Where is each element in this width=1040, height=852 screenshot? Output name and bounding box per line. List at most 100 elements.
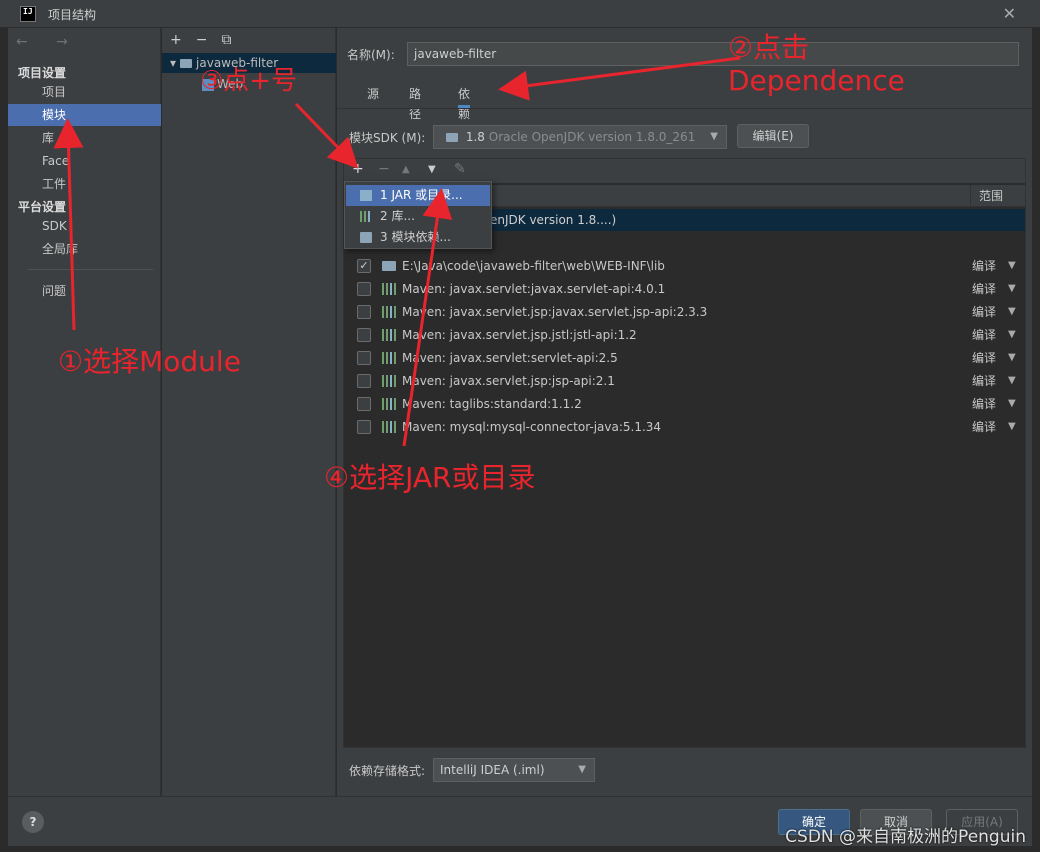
- dependency-scope[interactable]: 编译: [972, 416, 996, 438]
- sidebar-item-problems[interactable]: 问题: [8, 280, 161, 302]
- export-checkbox[interactable]: [357, 374, 371, 388]
- annotation-select-jar: ④选择JAR或目录: [324, 461, 536, 494]
- menu-item-label: 1 JAR 或目录...: [380, 188, 463, 202]
- chevron-down-icon[interactable]: ▼: [1008, 347, 1016, 369]
- export-checkbox[interactable]: [357, 420, 371, 434]
- sidebar-item-modules[interactable]: 模块: [8, 104, 161, 126]
- export-checkbox[interactable]: [357, 397, 371, 411]
- edit-dependency-icon[interactable]: ✎: [454, 161, 466, 177]
- chevron-down-icon[interactable]: ▼: [1008, 278, 1016, 300]
- menu-item-jar-or-directory[interactable]: 1 JAR 或目录...: [346, 185, 490, 206]
- table-row[interactable]: Maven: taglibs:standard:1.1.2 编译 ▼: [344, 393, 1025, 415]
- table-row[interactable]: ✓ E:\Java\code\javaweb-filter\web\WEB-INF…: [344, 255, 1025, 277]
- tab-sources[interactable]: 源: [367, 84, 379, 108]
- remove-dependency-icon[interactable]: −: [378, 161, 390, 177]
- copy-icon[interactable]: ⧉: [221, 32, 231, 48]
- dependency-scope[interactable]: 编译: [972, 324, 996, 346]
- module-sdk-dropdown[interactable]: 1.8 Oracle OpenJDK version 1.8.0_261 ▼: [433, 125, 727, 149]
- table-row[interactable]: Maven: javax.servlet:javax.servlet-api:4…: [344, 278, 1025, 300]
- module-sdk-label: 模块SDK (M):: [349, 131, 426, 145]
- module-icon: [360, 232, 372, 243]
- export-checkbox[interactable]: [357, 328, 371, 342]
- dependency-scope[interactable]: 编译: [972, 393, 996, 415]
- tree-toolbar: + − ⧉: [170, 32, 245, 48]
- expand-chevron-icon[interactable]: ▾: [170, 56, 176, 70]
- nav-back-forward-icon[interactable]: ← →: [16, 34, 80, 50]
- annotation-click-line2: Dependence: [728, 64, 905, 97]
- chevron-down-icon[interactable]: ▼: [1008, 416, 1016, 438]
- tab-paths[interactable]: 路径: [409, 84, 421, 121]
- help-button[interactable]: ?: [22, 811, 44, 833]
- library-icon: [382, 421, 396, 433]
- export-checkbox[interactable]: [357, 305, 371, 319]
- tab-divider: [337, 108, 1032, 109]
- menu-item-module-dependency[interactable]: 3 模块依赖...: [346, 227, 490, 248]
- export-checkbox[interactable]: [357, 282, 371, 296]
- sidebar-item-artifacts[interactable]: 工件: [8, 173, 161, 195]
- library-icon: [382, 352, 396, 364]
- annotation-click-line1: ②点击: [728, 31, 810, 64]
- table-row[interactable]: Maven: javax.servlet.jsp:jsp-api:2.1 编译 ▼: [344, 370, 1025, 392]
- dependency-name: Maven: javax.servlet.jsp:javax.servlet.j…: [402, 305, 708, 319]
- module-name-input[interactable]: javaweb-filter: [407, 42, 1019, 66]
- library-icon: [382, 375, 396, 387]
- sdk-version-text: Oracle OpenJDK version 1.8.0_261: [488, 130, 696, 144]
- sdk-value: 1.8: [465, 130, 485, 144]
- storage-format-dropdown[interactable]: IntelliJ IDEA (.iml) ▼: [433, 758, 595, 782]
- table-row[interactable]: Maven: mysql:mysql-connector-java:5.1.34…: [344, 416, 1025, 438]
- table-row[interactable]: Maven: javax.servlet.jsp:javax.servlet.j…: [344, 301, 1025, 323]
- storage-format-value: IntelliJ IDEA (.iml): [440, 763, 545, 777]
- export-checkbox[interactable]: ✓: [357, 259, 371, 273]
- sidebar-item-sdks[interactable]: SDK: [8, 215, 161, 237]
- dependency-name: Maven: javax.servlet:servlet-api:2.5: [402, 351, 618, 365]
- library-icon: [382, 283, 396, 295]
- dependency-scope[interactable]: 编译: [972, 255, 996, 277]
- chevron-down-icon[interactable]: ▼: [1008, 393, 1016, 415]
- sidebar-item-global-libraries[interactable]: 全局库: [8, 238, 161, 260]
- storage-format-label: 依赖存储格式:: [349, 764, 426, 778]
- dependency-scope[interactable]: 编译: [972, 301, 996, 323]
- move-up-icon[interactable]: ▲: [402, 164, 410, 175]
- library-icon: [382, 306, 396, 318]
- dependency-name: Maven: javax.servlet.jsp.jstl:jstl-api:1…: [402, 328, 637, 342]
- dependency-scope[interactable]: 编译: [972, 278, 996, 300]
- sdk-folder-icon: [446, 133, 458, 142]
- move-down-icon[interactable]: ▼: [428, 164, 436, 175]
- chevron-down-icon[interactable]: ▼: [1008, 370, 1016, 392]
- chevron-down-icon[interactable]: ▼: [1008, 324, 1016, 346]
- add-dependency-icon[interactable]: +: [352, 161, 364, 177]
- jar-icon: [360, 190, 372, 201]
- chevron-down-icon: ▼: [578, 764, 586, 775]
- table-row[interactable]: Maven: javax.servlet.jsp.jstl:jstl-api:1…: [344, 324, 1025, 346]
- menu-item-label: 2 库...: [380, 209, 415, 223]
- annotation-select-module: ①选择Module: [58, 345, 241, 378]
- add-icon[interactable]: +: [170, 32, 182, 48]
- table-row[interactable]: Maven: javax.servlet:servlet-api:2.5 编译 ▼: [344, 347, 1025, 369]
- chevron-down-icon[interactable]: ▼: [1008, 301, 1016, 323]
- dependency-name: Maven: javax.servlet:javax.servlet-api:4…: [402, 282, 666, 296]
- dependency-name: E:\Java\code\javaweb-filter\web\WEB-INF\…: [402, 259, 665, 273]
- close-icon[interactable]: ✕: [1003, 4, 1016, 23]
- folder-icon: [382, 261, 396, 271]
- tab-dependencies[interactable]: 依赖: [458, 84, 471, 121]
- sidebar-item-libraries[interactable]: 库: [8, 127, 161, 149]
- dependency-name: Maven: mysql:mysql-connector-java:5.1.34: [402, 420, 662, 434]
- section-platform-settings: 平台设置: [18, 200, 67, 214]
- menu-item-library[interactable]: 2 库...: [346, 206, 490, 227]
- settings-sidebar: ← → 项目设置 项目 模块 库 Face 工件 平台设置 SDK 全局库 问题: [8, 28, 161, 796]
- window-title: 项目结构: [48, 8, 97, 22]
- export-checkbox[interactable]: [357, 351, 371, 365]
- scope-column-header[interactable]: 范围: [970, 185, 1025, 207]
- edit-sdk-button[interactable]: 编辑(E): [737, 124, 809, 148]
- dependency-scope[interactable]: 编译: [972, 370, 996, 392]
- chevron-down-icon[interactable]: ▼: [1008, 255, 1016, 277]
- dependency-scope[interactable]: 编译: [972, 347, 996, 369]
- remove-icon[interactable]: −: [196, 32, 208, 48]
- module-settings-panel: 名称(M): javaweb-filter 源 路径 依赖 模块SDK (M):…: [337, 28, 1032, 796]
- sidebar-item-facets[interactable]: Face: [8, 150, 161, 172]
- csdn-watermark: CSDN @来自南极洲的Penguin: [785, 827, 1026, 847]
- sidebar-item-project[interactable]: 项目: [8, 81, 161, 103]
- sidebar-divider: [28, 269, 153, 270]
- dependencies-toolbar: + − ▲ ▼ ✎: [344, 159, 1025, 183]
- library-icon: [382, 398, 396, 410]
